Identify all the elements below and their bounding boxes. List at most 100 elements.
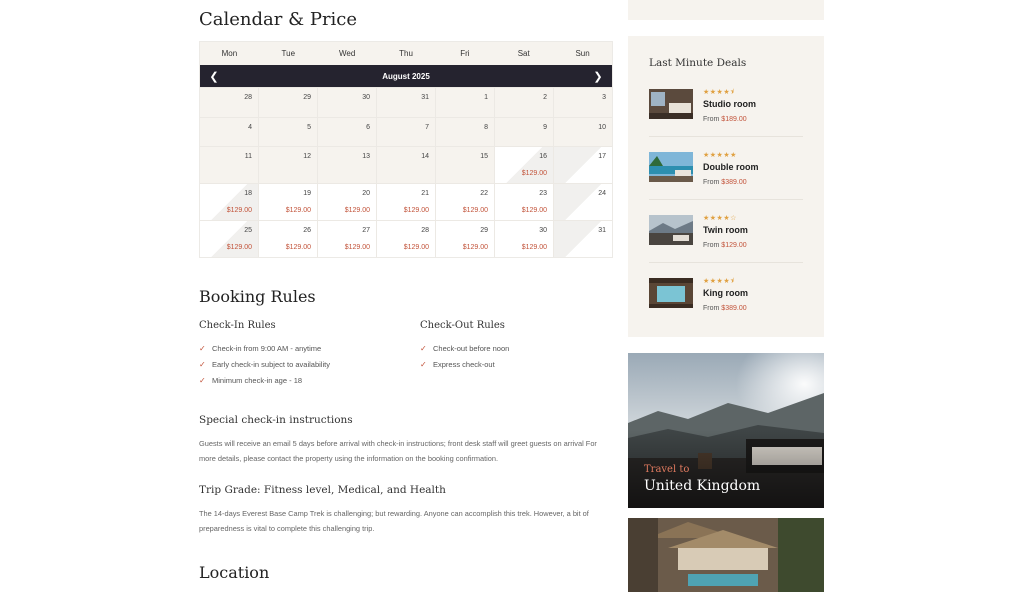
day-number: 20 bbox=[362, 190, 370, 197]
promo-image bbox=[628, 518, 824, 592]
calendar-title: Calendar & Price bbox=[199, 9, 358, 30]
calendar-week-row: 11 12 13 14 15 16 $129.00 17 bbox=[200, 146, 612, 183]
deal-item-twin-room[interactable]: ★★★★☆ Twin room From $129.00 bbox=[649, 215, 803, 279]
calendar-day-cell[interactable]: 31 bbox=[377, 88, 436, 117]
day-number: 29 bbox=[480, 227, 488, 234]
calendar-day-cell[interactable]: 4 bbox=[200, 118, 259, 146]
day-price: $129.00 bbox=[403, 207, 429, 214]
day-price: $129.00 bbox=[462, 244, 488, 251]
promo-card-resort[interactable] bbox=[628, 518, 824, 592]
calendar-day-cell[interactable]: 29 $129.00 bbox=[436, 221, 495, 257]
weekday-label: Fri bbox=[460, 49, 470, 58]
day-number: 29 bbox=[303, 94, 311, 101]
price-value: $389.00 bbox=[721, 305, 747, 312]
from-label: From bbox=[703, 179, 720, 186]
day-number: 26 bbox=[303, 227, 311, 234]
calendar-day-cell[interactable]: 26 $129.00 bbox=[259, 221, 318, 257]
calendar-day-cell[interactable]: 14 bbox=[377, 147, 436, 183]
chevron-right-icon[interactable]: ❯ bbox=[592, 70, 604, 83]
calendar-day-cell[interactable]: 1 bbox=[436, 88, 495, 117]
day-price: $129.00 bbox=[521, 244, 547, 251]
calendar-day-cell[interactable]: 24 bbox=[554, 184, 612, 220]
calendar-day-cell[interactable]: 7 bbox=[377, 118, 436, 146]
calendar-day-cell[interactable]: 10 bbox=[554, 118, 612, 146]
calendar-day-cell[interactable]: 9 bbox=[495, 118, 554, 146]
deal-price: From $129.00 bbox=[703, 242, 747, 249]
calendar-day-cell[interactable]: 30 $129.00 bbox=[495, 221, 554, 257]
day-number: 27 bbox=[362, 227, 370, 234]
day-number: 30 bbox=[362, 94, 370, 101]
calendar-day-cell[interactable]: 11 bbox=[200, 147, 259, 183]
day-number: 31 bbox=[421, 94, 429, 101]
day-price: $129.00 bbox=[285, 244, 311, 251]
calendar-day-cell[interactable]: 3 bbox=[554, 88, 612, 117]
calendar-day-cell[interactable]: 22 $129.00 bbox=[436, 184, 495, 220]
calendar-day-cell[interactable]: 28 $129.00 bbox=[377, 221, 436, 257]
day-number: 4 bbox=[248, 124, 252, 131]
room-thumbnail[interactable] bbox=[649, 152, 693, 182]
promo-title[interactable]: United Kingdom bbox=[644, 478, 760, 494]
deal-name[interactable]: Double room bbox=[703, 162, 759, 172]
weekday-label: Wed bbox=[338, 49, 356, 58]
trip-grade-title: Trip Grade: Fitness level, Medical, and … bbox=[199, 484, 446, 496]
calendar-week-row: 18 $129.00 19 $129.00 20 $129.00 21 $129.00 22 $1… bbox=[200, 183, 612, 220]
calendar-day-cell[interactable]: 19 $129.00 bbox=[259, 184, 318, 220]
calendar-day-cell[interactable]: 16 $129.00 bbox=[495, 147, 554, 183]
day-number: 11 bbox=[244, 153, 252, 160]
deal-item-studio-room[interactable]: ★★★★⯨ Studio room From $189.00 bbox=[649, 89, 803, 153]
calendar-day-cell[interactable]: 28 bbox=[200, 88, 259, 117]
calendar-day-cell[interactable]: 27 $129.00 bbox=[318, 221, 377, 257]
from-label: From bbox=[703, 242, 720, 249]
calendar-day-cell[interactable]: 30 bbox=[318, 88, 377, 117]
calendar-day-cell[interactable]: 17 bbox=[554, 147, 612, 183]
calendar-day-cell[interactable]: 15 bbox=[436, 147, 495, 183]
calendar-day-cell[interactable]: 5 bbox=[259, 118, 318, 146]
promo-card-united-kingdom[interactable]: Travel to United Kingdom bbox=[628, 353, 824, 508]
special-checkin-text: Guests will receive an email 5 days befo… bbox=[199, 439, 597, 463]
calendar-day-cell[interactable]: 20 $129.00 bbox=[318, 184, 377, 220]
day-number: 19 bbox=[303, 190, 311, 197]
list-item: ✓ Check-out before noon bbox=[420, 341, 509, 357]
chevron-left-icon[interactable]: ❮ bbox=[208, 70, 220, 83]
calendar-day-cell[interactable]: 31 bbox=[554, 221, 612, 257]
divider bbox=[649, 136, 803, 137]
calendar-week-row: 28 29 30 31 1 2 3 bbox=[200, 87, 612, 117]
room-thumbnail[interactable] bbox=[649, 278, 693, 308]
calendar-day-cell[interactable]: 12 bbox=[259, 147, 318, 183]
day-number: 3 bbox=[602, 94, 606, 101]
deal-name[interactable]: King room bbox=[703, 288, 748, 298]
deal-item-king-room[interactable]: ★★★★⯨ King room From $389.00 bbox=[649, 278, 803, 342]
rule-text: Check-in from 9:00 AM - anytime bbox=[212, 344, 322, 353]
calendar-day-cell[interactable]: 23 $129.00 bbox=[495, 184, 554, 220]
day-price: $129.00 bbox=[462, 207, 488, 214]
calendar-day-cell[interactable]: 21 $129.00 bbox=[377, 184, 436, 220]
room-thumbnail[interactable] bbox=[649, 89, 693, 119]
rule-text: Check-out before noon bbox=[433, 344, 510, 353]
deal-name[interactable]: Studio room bbox=[703, 99, 756, 109]
calendar-grid: 28 29 30 31 1 2 3 4 5 6 7 8 9 10 11 12 13 14 15 16 $129.00 17… bbox=[200, 87, 612, 257]
day-number: 8 bbox=[484, 124, 488, 131]
calendar-day-cell[interactable]: 8 bbox=[436, 118, 495, 146]
calendar-day-cell[interactable]: 2 bbox=[495, 88, 554, 117]
day-number: 9 bbox=[543, 124, 547, 131]
room-thumbnail[interactable] bbox=[649, 215, 693, 245]
calendar-day-cell[interactable]: 13 bbox=[318, 147, 377, 183]
checkin-rules-list: ✓ Check-in from 9:00 AM - anytime ✓ Early … bbox=[199, 341, 330, 389]
day-price: $129.00 bbox=[226, 207, 252, 214]
day-number: 30 bbox=[539, 227, 547, 234]
day-number: 28 bbox=[244, 94, 252, 101]
calendar-day-cell[interactable]: 6 bbox=[318, 118, 377, 146]
check-icon: ✓ bbox=[420, 360, 427, 369]
day-number: 7 bbox=[425, 124, 429, 131]
day-number: 25 bbox=[244, 227, 252, 234]
calendar-day-cell[interactable]: 29 bbox=[259, 88, 318, 117]
day-number: 31 bbox=[598, 227, 606, 234]
list-item: ✓ Express check-out bbox=[420, 357, 509, 373]
month-label: August 2025 bbox=[382, 71, 430, 81]
booking-rules-title: Booking Rules bbox=[199, 287, 316, 306]
deal-item-double-room[interactable]: ★★★★★ Double room From $389.00 bbox=[649, 152, 803, 216]
calendar-day-cell[interactable]: 18 $129.00 bbox=[200, 184, 259, 220]
day-number: 16 bbox=[539, 153, 547, 160]
calendar-day-cell[interactable]: 25 $129.00 bbox=[200, 221, 259, 257]
deal-name[interactable]: Twin room bbox=[703, 225, 748, 235]
